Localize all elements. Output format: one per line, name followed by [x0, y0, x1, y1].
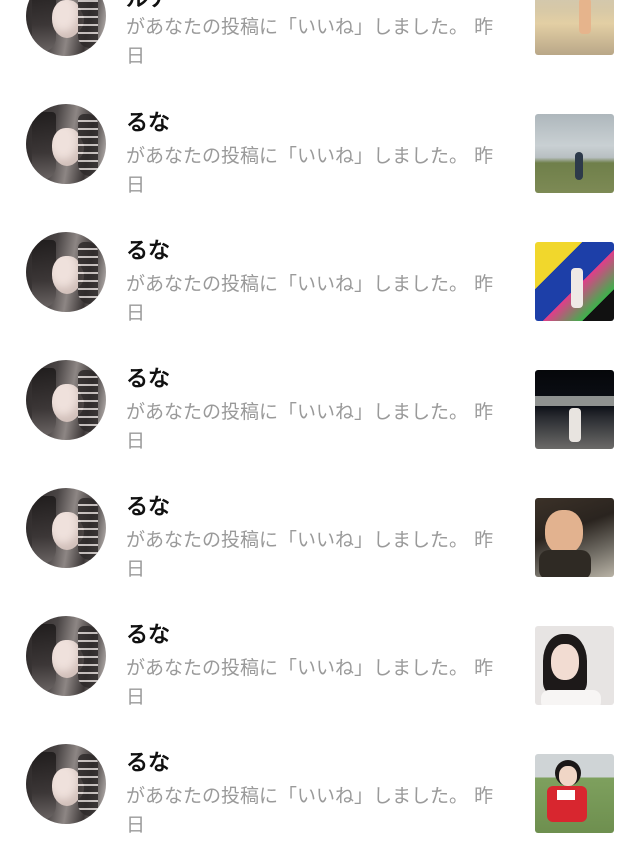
- post-thumbnail[interactable]: [535, 242, 614, 321]
- user-name[interactable]: るな: [126, 110, 170, 138]
- notification-row[interactable]: るな があなたの投稿に「いいね」しました。 昨日: [0, 616, 640, 744]
- post-thumbnail[interactable]: [535, 626, 614, 705]
- user-name[interactable]: るな: [126, 622, 170, 650]
- notification-message: があなたの投稿に「いいね」しました。 昨日: [126, 142, 506, 200]
- avatar[interactable]: [26, 232, 106, 312]
- message-text: があなたの投稿に「いいね」しました。: [126, 657, 469, 679]
- message-text: があなたの投稿に「いいね」しました。: [126, 16, 469, 38]
- notification-row[interactable]: るな があなたの投稿に「いいね」しました。 昨日: [0, 232, 640, 360]
- notification-row[interactable]: ルナ があなたの投稿に「いいね」しました。 昨日: [0, 0, 640, 67]
- avatar[interactable]: [26, 616, 106, 696]
- message-text: があなたの投稿に「いいね」しました。: [126, 785, 469, 807]
- post-thumbnail[interactable]: [535, 0, 614, 55]
- user-name[interactable]: るな: [126, 238, 170, 266]
- notification-row[interactable]: るな があなたの投稿に「いいね」しました。 昨日: [0, 744, 640, 856]
- notification-message: があなたの投稿に「いいね」しました。 昨日: [126, 654, 506, 712]
- notification-message: があなたの投稿に「いいね」しました。 昨日: [126, 782, 506, 840]
- notification-row[interactable]: るな があなたの投稿に「いいね」しました。 昨日: [0, 488, 640, 616]
- post-thumbnail[interactable]: [535, 754, 614, 833]
- notification-message: があなたの投稿に「いいね」しました。 昨日: [126, 270, 506, 328]
- user-name[interactable]: るな: [126, 494, 170, 522]
- message-text: があなたの投稿に「いいね」しました。: [126, 401, 469, 423]
- avatar[interactable]: [26, 488, 106, 568]
- post-thumbnail[interactable]: [535, 114, 614, 193]
- notification-list: ルナ があなたの投稿に「いいね」しました。 昨日 るな があなたの投稿に「いいね…: [0, 0, 640, 856]
- notification-message: があなたの投稿に「いいね」しました。 昨日: [126, 526, 506, 584]
- notification-row[interactable]: るな があなたの投稿に「いいね」しました。 昨日: [0, 104, 640, 232]
- avatar[interactable]: [26, 744, 106, 824]
- user-name[interactable]: るな: [126, 366, 170, 394]
- notification-message: があなたの投稿に「いいね」しました。 昨日: [126, 398, 506, 456]
- avatar[interactable]: [26, 360, 106, 440]
- notification-message: があなたの投稿に「いいね」しました。 昨日: [126, 13, 506, 71]
- avatar[interactable]: [26, 104, 106, 184]
- notification-row[interactable]: るな があなたの投稿に「いいね」しました。 昨日: [0, 360, 640, 488]
- message-text: があなたの投稿に「いいね」しました。: [126, 145, 469, 167]
- user-name[interactable]: ルナ: [126, 0, 170, 14]
- user-name[interactable]: るな: [126, 750, 170, 778]
- post-thumbnail[interactable]: [535, 370, 614, 449]
- post-thumbnail[interactable]: [535, 498, 614, 577]
- message-text: があなたの投稿に「いいね」しました。: [126, 529, 469, 551]
- avatar[interactable]: [26, 0, 106, 56]
- message-text: があなたの投稿に「いいね」しました。: [126, 273, 469, 295]
